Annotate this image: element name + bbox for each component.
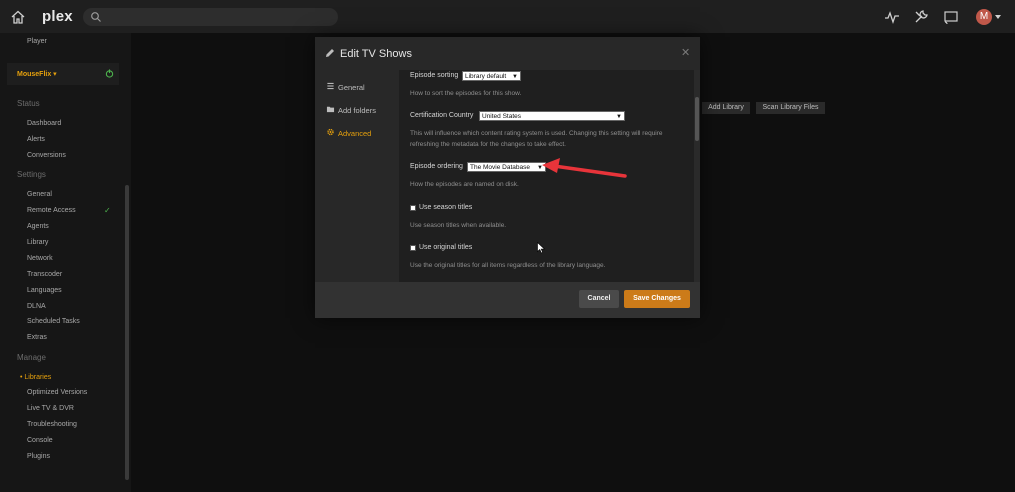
sidebar-item-console[interactable]: Console: [27, 437, 53, 444]
check-icon: ✓: [104, 206, 111, 215]
sidebar-scrollbar[interactable]: [125, 185, 129, 480]
modal-scrollbar[interactable]: [694, 70, 700, 282]
mouse-cursor-icon: [537, 242, 546, 254]
sidebar-item-languages[interactable]: Languages: [27, 287, 62, 294]
settings-wrench-icon[interactable]: [913, 9, 929, 25]
episode-sorting-label: Episode sorting: [410, 72, 459, 79]
server-name[interactable]: MouseFlix ▾: [17, 70, 57, 78]
sidebar-item-network[interactable]: Network: [27, 255, 53, 262]
certification-country-label: Certification Country: [410, 112, 474, 119]
sidebar-item-dashboard[interactable]: Dashboard: [27, 120, 61, 127]
use-season-titles-checkbox[interactable]: [410, 205, 416, 211]
annotation-arrow-icon: [542, 158, 627, 178]
power-status-icon: [105, 69, 114, 78]
modal-header: Edit TV Shows ✕: [315, 37, 700, 70]
chevron-down-icon: ▼: [512, 74, 518, 80]
scan-library-files-button[interactable]: Scan Library Files: [756, 102, 825, 114]
search-input[interactable]: [83, 8, 338, 26]
sidebar-item-agents[interactable]: Agents: [27, 223, 49, 230]
sidebar-item-dlna[interactable]: DLNA: [27, 303, 46, 310]
list-icon: [327, 82, 334, 90]
tab-add-folders[interactable]: Add folders: [326, 105, 376, 117]
modal-scrollbar-thumb[interactable]: [695, 97, 699, 141]
use-season-titles-label[interactable]: Use season titles: [419, 204, 472, 211]
plex-logo[interactable]: plex: [42, 8, 73, 25]
use-original-titles-checkbox[interactable]: [410, 245, 416, 251]
sidebar-item-scheduled-tasks[interactable]: Scheduled Tasks: [27, 318, 80, 325]
modal-footer: Cancel Save Changes: [315, 282, 700, 318]
pencil-icon: [326, 49, 334, 57]
episode-sorting-help: How to sort the episodes for this show.: [410, 90, 522, 97]
modal-nav: General Add folders Advanced: [315, 70, 399, 282]
sidebar-item-live-tv-dvr[interactable]: Live TV & DVR: [27, 405, 74, 412]
tab-advanced[interactable]: Advanced: [326, 128, 371, 140]
server-selector[interactable]: MouseFlix ▾: [7, 63, 119, 85]
gear-icon: [327, 128, 334, 136]
use-season-titles-help: Use season titles when available.: [410, 222, 507, 229]
chevron-down-icon[interactable]: [995, 15, 1001, 19]
sidebar-item-transcoder[interactable]: Transcoder: [27, 271, 62, 278]
episode-sorting-select[interactable]: Library default ▼: [462, 71, 521, 81]
episode-ordering-select[interactable]: The Movie Database ▼: [467, 162, 546, 172]
use-original-titles-help: Use the original titles for all items re…: [410, 262, 606, 269]
tab-general[interactable]: General: [326, 82, 365, 94]
search-icon: [91, 12, 101, 22]
sidebar-item-conversions[interactable]: Conversions: [27, 152, 66, 159]
sidebar: Player MouseFlix ▾ Status Dashboard Aler…: [0, 33, 131, 492]
sidebar-item-extras[interactable]: Extras: [27, 334, 47, 341]
certification-country-help: This will influence which content rating…: [410, 130, 663, 148]
cast-icon[interactable]: [943, 9, 959, 25]
settings-header: Settings: [17, 170, 46, 179]
use-original-titles-label[interactable]: Use original titles: [419, 244, 472, 251]
sidebar-item-general[interactable]: General: [27, 191, 52, 198]
status-header: Status: [17, 99, 40, 108]
manage-header: Manage: [17, 353, 46, 362]
certification-country-select[interactable]: United States ▼: [479, 111, 625, 121]
folder-icon: [326, 106, 335, 113]
top-bar: plex M: [0, 0, 1015, 33]
cancel-button[interactable]: Cancel: [579, 290, 619, 308]
close-icon[interactable]: ✕: [681, 46, 690, 59]
chevron-down-icon: ▼: [616, 114, 622, 120]
sidebar-item-optimized-versions[interactable]: Optimized Versions: [27, 389, 87, 396]
activity-icon[interactable]: [884, 9, 900, 25]
modal-title: Edit TV Shows: [340, 48, 412, 60]
home-icon[interactable]: [10, 9, 26, 25]
sidebar-item-player[interactable]: Player: [27, 38, 47, 45]
sidebar-item-alerts[interactable]: Alerts: [27, 136, 45, 143]
sidebar-item-plugins[interactable]: Plugins: [27, 453, 50, 460]
edit-library-modal: Edit TV Shows ✕ General Add folders Adva…: [315, 37, 700, 318]
episode-ordering-label: Episode ordering: [410, 163, 463, 170]
save-changes-button[interactable]: Save Changes: [624, 290, 690, 308]
add-library-button[interactable]: Add Library: [702, 102, 750, 114]
sidebar-item-libraries[interactable]: • Libraries: [20, 374, 51, 381]
sidebar-item-remote-access[interactable]: Remote Access: [27, 207, 76, 214]
user-avatar[interactable]: M: [976, 9, 992, 25]
sidebar-item-troubleshooting[interactable]: Troubleshooting: [27, 421, 77, 428]
sidebar-item-library[interactable]: Library: [27, 239, 48, 246]
